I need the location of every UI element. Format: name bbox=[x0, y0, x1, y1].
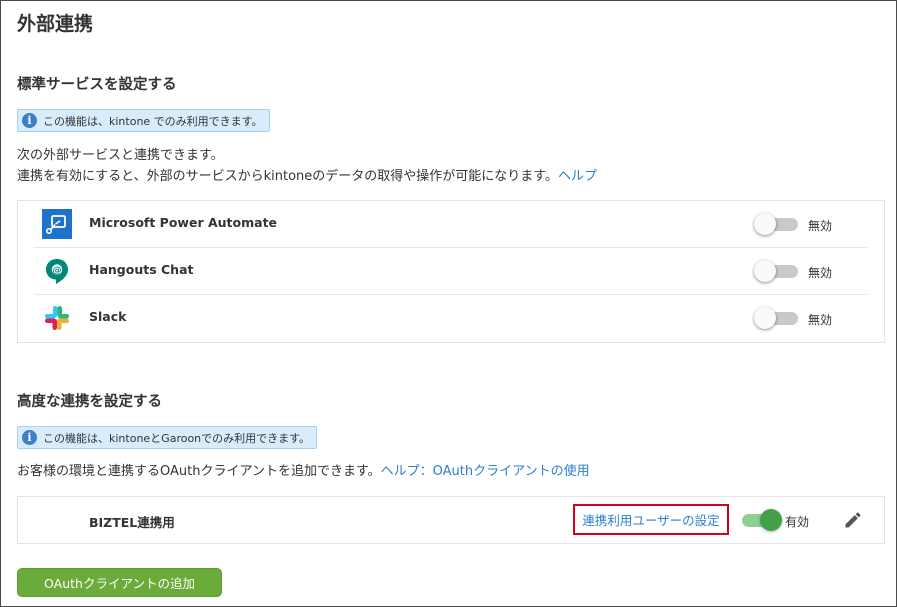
service-row-slack: Slack 無効 bbox=[18, 295, 884, 342]
service-toggle-slack[interactable] bbox=[754, 307, 800, 329]
standard-notice-text: この機能は、kintone でのみ利用できます。 bbox=[43, 114, 263, 128]
toggle-knob bbox=[754, 260, 776, 282]
advanced-description: お客様の環境と連携するOAuthクライアントを追加できます。ヘルプ：OAuthク… bbox=[17, 460, 590, 479]
service-status: 無効 bbox=[808, 219, 833, 233]
page-title: 外部連携 bbox=[17, 13, 94, 35]
oauth-client-toggle[interactable] bbox=[736, 509, 782, 531]
standard-services-heading: 標準サービスを設定する bbox=[17, 77, 177, 93]
service-name: Hangouts Chat bbox=[89, 262, 194, 277]
toggle-knob bbox=[754, 307, 776, 329]
toggle-knob bbox=[754, 213, 776, 235]
integration-user-settings-link[interactable]: 連携利用ユーザーの設定 bbox=[573, 504, 729, 535]
standard-info-notice: i この機能は、kintone でのみ利用できます。 bbox=[17, 109, 270, 132]
service-toggle-power-automate[interactable] bbox=[754, 213, 800, 235]
info-icon: i bbox=[22, 430, 37, 445]
standard-help-link[interactable]: ヘルプ bbox=[558, 169, 597, 184]
service-row-power-automate: Microsoft Power Automate 無効 bbox=[18, 201, 884, 248]
service-status: 無効 bbox=[808, 313, 833, 327]
standard-description-text: 連携を有効にすると、外部のサービスからkintoneのデータの取得や操作が可能に… bbox=[17, 169, 558, 184]
service-status: 無効 bbox=[808, 266, 833, 280]
service-name: Slack bbox=[89, 309, 127, 324]
service-toggle-hangouts-chat[interactable] bbox=[754, 260, 800, 282]
advanced-integration-heading: 高度な連携を設定する bbox=[17, 394, 162, 410]
oauth-client-row: BIZTEL連携用 連携利用ユーザーの設定 有効 bbox=[17, 496, 885, 544]
oauth-client-name: BIZTEL連携用 bbox=[89, 515, 175, 530]
hangouts-chat-icon: @ bbox=[46, 259, 68, 284]
standard-description-line2: 連携を有効にすると、外部のサービスからkintoneのデータの取得や操作が可能に… bbox=[17, 165, 597, 184]
advanced-notice-text: この機能は、kintoneとGaroonでのみ利用できます。 bbox=[43, 431, 311, 445]
service-name: Microsoft Power Automate bbox=[89, 215, 278, 230]
add-oauth-client-button[interactable]: OAuthクライアントの追加 bbox=[17, 568, 222, 597]
standard-description-line1: 次の外部サービスと連携できます。 bbox=[17, 148, 224, 163]
service-row-hangouts-chat: @ Hangouts Chat 無効 bbox=[18, 248, 884, 295]
advanced-description-text: お客様の環境と連携するOAuthクライアントを追加できます。 bbox=[17, 464, 381, 479]
power-automate-icon bbox=[42, 209, 72, 239]
toggle-knob bbox=[760, 509, 782, 531]
svg-text:@: @ bbox=[53, 266, 62, 276]
external-integration-page: 外部連携 標準サービスを設定する i この機能は、kintone でのみ利用でき… bbox=[0, 0, 897, 607]
info-icon: i bbox=[22, 113, 37, 128]
standard-services-list: Microsoft Power Automate 無効 @ Hangouts C… bbox=[17, 200, 885, 343]
oauth-client-status: 有効 bbox=[785, 515, 810, 529]
slack-icon bbox=[45, 306, 69, 330]
advanced-info-notice: i この機能は、kintoneとGaroonでのみ利用できます。 bbox=[17, 426, 318, 449]
oauth-help-link[interactable]: ヘルプ：OAuthクライアントの使用 bbox=[381, 464, 590, 479]
pencil-icon[interactable] bbox=[843, 510, 863, 530]
